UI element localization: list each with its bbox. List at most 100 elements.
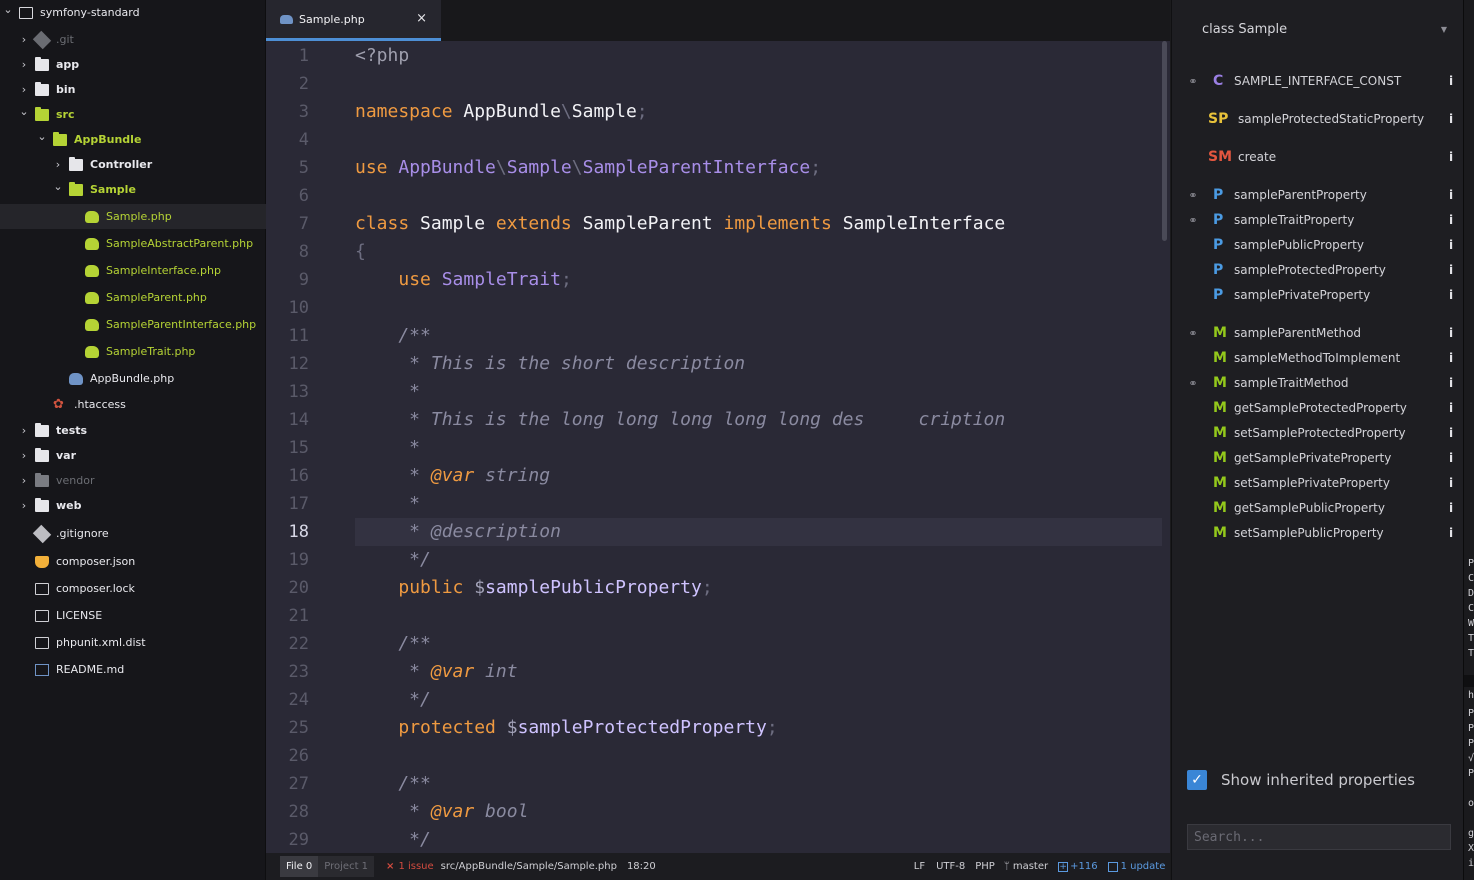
outline-item[interactable]: ⚭ PsampleTraitProperty i — [1172, 208, 1464, 232]
file-path[interactable]: src/AppBundle/Sample/Sample.php — [441, 861, 617, 872]
status-file-tab[interactable]: File 0 — [280, 856, 319, 877]
outline-item[interactable]: ⚭ MsampleTraitMethod i — [1172, 371, 1464, 395]
tree-item[interactable]: › tests — [0, 418, 266, 443]
tree-item[interactable]: README.md — [0, 657, 266, 682]
info-icon[interactable]: i — [1449, 112, 1453, 126]
tree-item[interactable]: SampleParentInterface.php — [0, 312, 266, 337]
close-tab-icon[interactable]: × — [416, 11, 427, 26]
outline-item[interactable]: PsamplePublicProperty i — [1172, 233, 1464, 257]
info-icon[interactable]: i — [1449, 426, 1453, 440]
code-line[interactable]: * — [355, 490, 420, 518]
code-editor[interactable]: 1 2 3 4 5 6 7 8 9 10 11 12 13 14 15 16 17 18 19 20 21 22 23 24 2… — [266, 41, 1170, 853]
outline-item[interactable]: ⚭ C SAMPLE_INTERFACE_CONST i — [1172, 69, 1464, 93]
code-line[interactable]: * This is the long long long long long d… — [355, 406, 1005, 434]
tree-item[interactable]: ⌄ symfony-standard — [0, 0, 266, 25]
outline-item[interactable]: MsetSamplePrivateProperty i — [1172, 471, 1464, 495]
tree-item[interactable]: SampleParent.php — [0, 285, 266, 310]
code-line[interactable]: * @var int — [355, 658, 517, 686]
issue-count[interactable]: 1 issue — [398, 861, 433, 872]
chevron-down-icon[interactable]: ⌄ — [52, 180, 64, 193]
tree-item[interactable]: SampleAbstractParent.php — [0, 231, 266, 256]
code-line[interactable]: */ — [355, 826, 431, 853]
info-icon[interactable]: i — [1449, 451, 1453, 465]
chevron-right-icon[interactable]: › — [18, 499, 30, 512]
code-line[interactable]: /** — [355, 770, 431, 798]
git-diff-count[interactable]: +116 — [1070, 861, 1097, 872]
chevron-right-icon[interactable]: › — [18, 83, 30, 96]
tree-item[interactable]: ⌄ AppBundle — [0, 127, 266, 152]
code-line[interactable]: */ — [355, 686, 431, 714]
editor-scrollbar[interactable] — [1162, 41, 1167, 241]
tree-item[interactable]: SampleInterface.php — [0, 258, 266, 283]
file-encoding[interactable]: UTF-8 — [936, 861, 965, 872]
info-icon[interactable]: i — [1449, 213, 1453, 227]
chevron-right-icon[interactable]: › — [18, 424, 30, 437]
code-line[interactable]: * @description — [355, 518, 1162, 546]
code-line[interactable]: */ — [355, 546, 431, 574]
package-updates[interactable]: 1 update — [1121, 861, 1166, 872]
outline-item[interactable]: PsamplePrivateProperty i — [1172, 283, 1464, 307]
outline-item[interactable]: SM create i — [1172, 145, 1464, 169]
code-line[interactable]: * This is the short description — [355, 350, 745, 378]
info-icon[interactable]: i — [1449, 188, 1453, 202]
info-icon[interactable]: i — [1449, 351, 1453, 365]
info-icon[interactable]: i — [1449, 526, 1453, 540]
tree-item[interactable]: › .git — [0, 27, 266, 52]
code-line[interactable]: namespace AppBundle\Sample; — [355, 98, 648, 126]
outline-item[interactable]: MgetSamplePublicProperty i — [1172, 496, 1464, 520]
chevron-down-icon[interactable]: ⌄ — [36, 130, 48, 143]
outline-item[interactable]: ⚭ PsampleParentProperty i — [1172, 183, 1464, 207]
chevron-down-icon[interactable]: ⌄ — [18, 105, 30, 118]
outline-search-input[interactable] — [1187, 824, 1451, 850]
info-icon[interactable]: i — [1449, 501, 1453, 515]
chevron-right-icon[interactable]: › — [18, 449, 30, 462]
chevron-right-icon[interactable]: › — [18, 58, 30, 71]
code-line[interactable]: use AppBundle\Sample\SampleParentInterfa… — [355, 154, 821, 182]
outline-item[interactable]: PsampleProtectedProperty i — [1172, 258, 1464, 282]
tab-sample-php[interactable]: Sample.php × — [266, 0, 441, 41]
chevron-right-icon[interactable]: › — [18, 33, 30, 46]
info-icon[interactable]: i — [1449, 74, 1453, 88]
code-line[interactable]: /** — [355, 322, 431, 350]
info-icon[interactable]: i — [1449, 401, 1453, 415]
tree-item[interactable]: phpunit.xml.dist — [0, 630, 266, 655]
tree-item[interactable]: composer.json — [0, 549, 266, 574]
info-icon[interactable]: i — [1449, 476, 1453, 490]
line-ending[interactable]: LF — [914, 861, 925, 872]
code-line[interactable]: protected $sampleProtectedProperty; — [355, 714, 777, 742]
outline-item[interactable]: MgetSamplePrivateProperty i — [1172, 446, 1464, 470]
outline-item[interactable]: ⚭ MsampleParentMethod i — [1172, 321, 1464, 345]
checkbox-checked-icon[interactable]: ✓ — [1187, 770, 1207, 790]
tree-item[interactable]: › bin — [0, 77, 266, 102]
info-icon[interactable]: i — [1449, 263, 1453, 277]
info-icon[interactable]: i — [1449, 288, 1453, 302]
code-line[interactable]: class Sample extends SampleParent implem… — [355, 210, 1005, 238]
tree-item[interactable]: › vendor — [0, 468, 266, 493]
tree-item[interactable]: LICENSE — [0, 603, 266, 628]
code-line[interactable]: * — [355, 434, 420, 462]
tree-item[interactable]: ⌄ src — [0, 102, 266, 127]
chevron-right-icon[interactable]: › — [18, 474, 30, 487]
info-icon[interactable]: i — [1449, 376, 1453, 390]
info-icon[interactable]: i — [1449, 238, 1453, 252]
info-icon[interactable]: i — [1449, 326, 1453, 340]
code-line[interactable]: <?php — [355, 42, 409, 70]
outline-item[interactable]: MsetSamplePublicProperty i — [1172, 521, 1464, 545]
outline-item[interactable]: MgetSampleProtectedProperty i — [1172, 396, 1464, 420]
tree-item[interactable]: SampleTrait.php — [0, 339, 266, 364]
tree-item[interactable]: .gitignore — [0, 521, 266, 546]
cursor-position[interactable]: 18:20 — [627, 861, 656, 872]
tree-item[interactable]: composer.lock — [0, 576, 266, 601]
code-line[interactable]: use SampleTrait; — [355, 266, 571, 294]
code-line[interactable]: public $samplePublicProperty; — [355, 574, 712, 602]
status-project-tab[interactable]: Project 1 — [318, 856, 375, 877]
outline-item[interactable]: SP sampleProtectedStaticProperty i — [1172, 107, 1464, 131]
code-line[interactable]: /** — [355, 630, 431, 658]
tree-item[interactable]: AppBundle.php — [0, 366, 266, 391]
tree-item[interactable]: › var — [0, 443, 266, 468]
tree-item[interactable]: ⌄ Sample — [0, 177, 266, 202]
info-icon[interactable]: i — [1449, 150, 1453, 164]
chevron-down-icon[interactable]: ⌄ — [2, 3, 14, 16]
outline-item[interactable]: MsampleMethodToImplement i — [1172, 346, 1464, 370]
tree-item[interactable]: ✿ .htaccess — [0, 392, 266, 417]
